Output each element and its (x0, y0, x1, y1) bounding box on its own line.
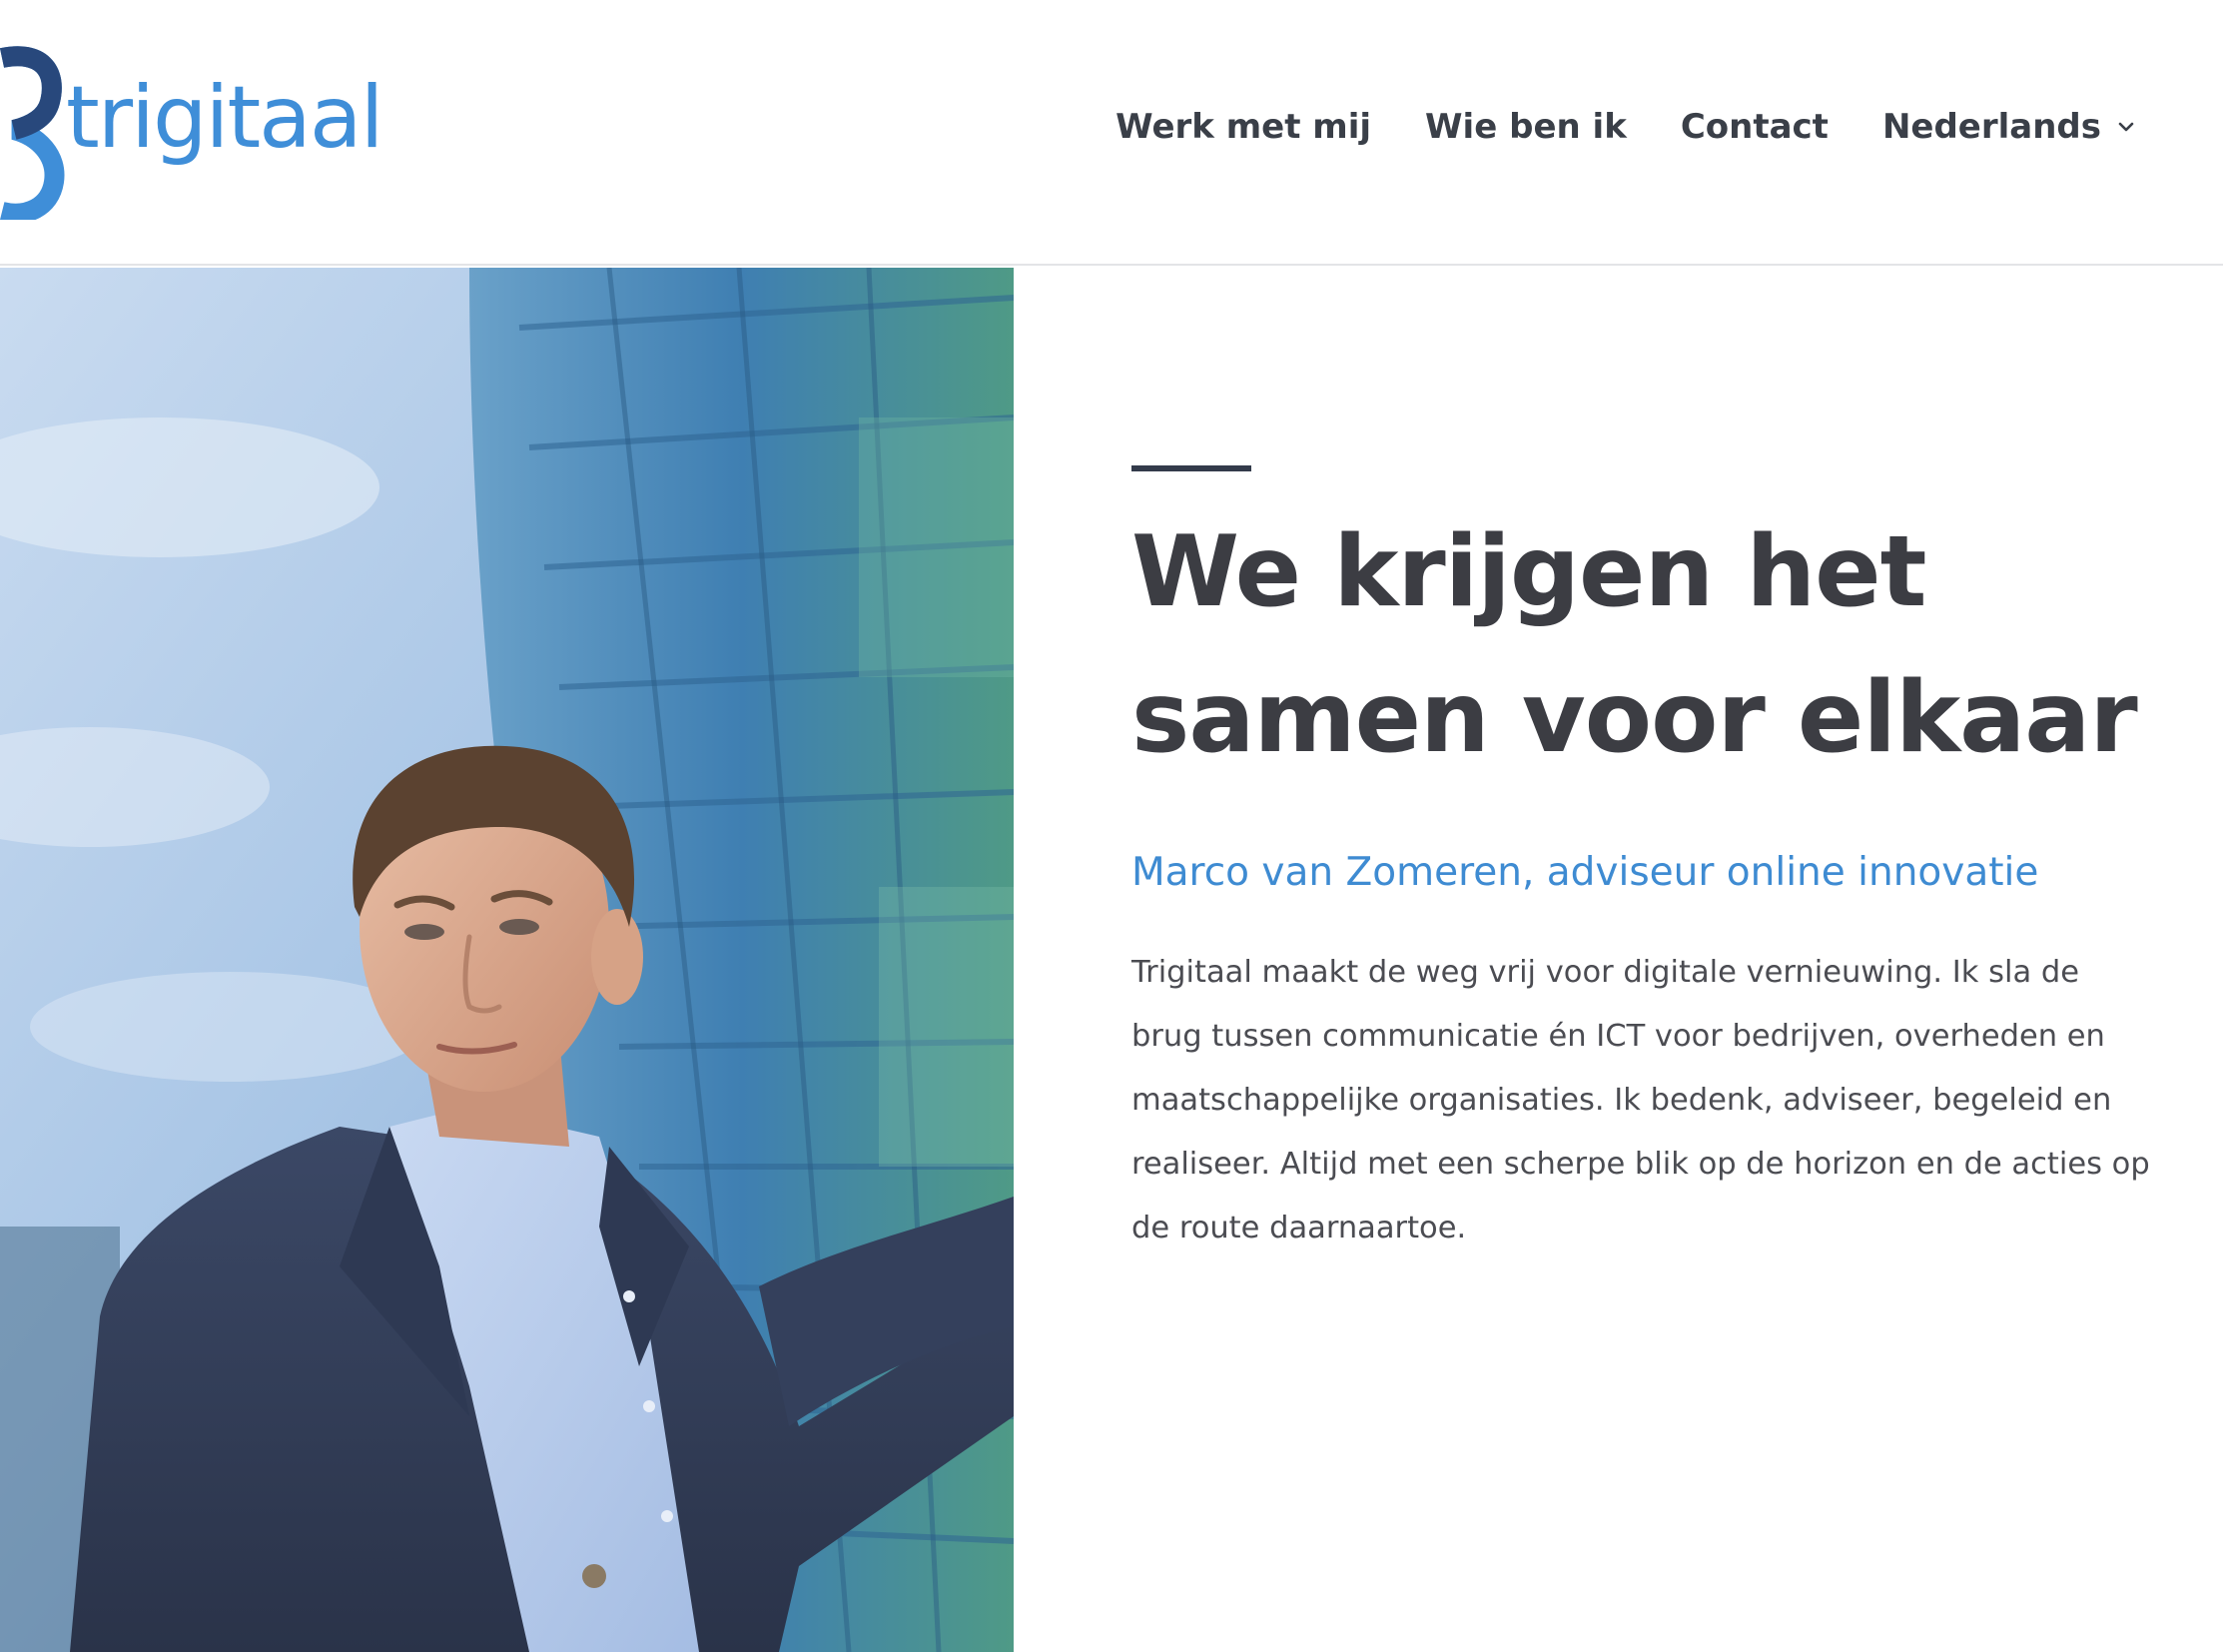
hero-headline: We krijgen het samen voor elkaar (1131, 499, 2150, 791)
accent-divider (1131, 465, 1251, 471)
nav-item-label: Contact (1680, 107, 1829, 147)
chevron-down-icon (2118, 122, 2134, 132)
nav-item-wie-ben-ik[interactable]: Wie ben ik (1425, 102, 1627, 152)
language-dropdown[interactable]: Nederlands (1882, 102, 2137, 152)
logo-mark-icon (0, 46, 65, 220)
trigitaal-logo[interactable]: trigitaal (0, 40, 419, 220)
nav-item-werk-met-mij[interactable]: Werk met mij (1115, 102, 1371, 152)
headline-line-1: We krijgen het (1131, 515, 1926, 629)
main-navigation: Werk met mij Wie ben ik Contact Nederlan… (1115, 102, 2137, 152)
hero-description: Trigitaal maakt de weg vrij voor digital… (1131, 955, 2150, 1245)
site-header: trigitaal Werk met mij Wie ben ik Contac… (0, 0, 2223, 266)
portrait-illustration (0, 268, 1014, 1652)
language-label: Nederlands (1881, 107, 2101, 147)
hero-portrait-image (0, 268, 1014, 1652)
nav-item-label: Wie ben ik (1425, 107, 1627, 147)
hero-subtitle: Marco van Zomeren, adviseur online innov… (1131, 850, 2039, 895)
headline-line-2: samen voor elkaar (1131, 661, 2138, 775)
nav-item-label: Werk met mij (1115, 107, 1372, 147)
logo-wordmark: trigitaal (66, 68, 383, 168)
hero-content: We krijgen het samen voor elkaar Marco v… (1131, 465, 2150, 1260)
nav-item-contact[interactable]: Contact (1681, 102, 1829, 152)
